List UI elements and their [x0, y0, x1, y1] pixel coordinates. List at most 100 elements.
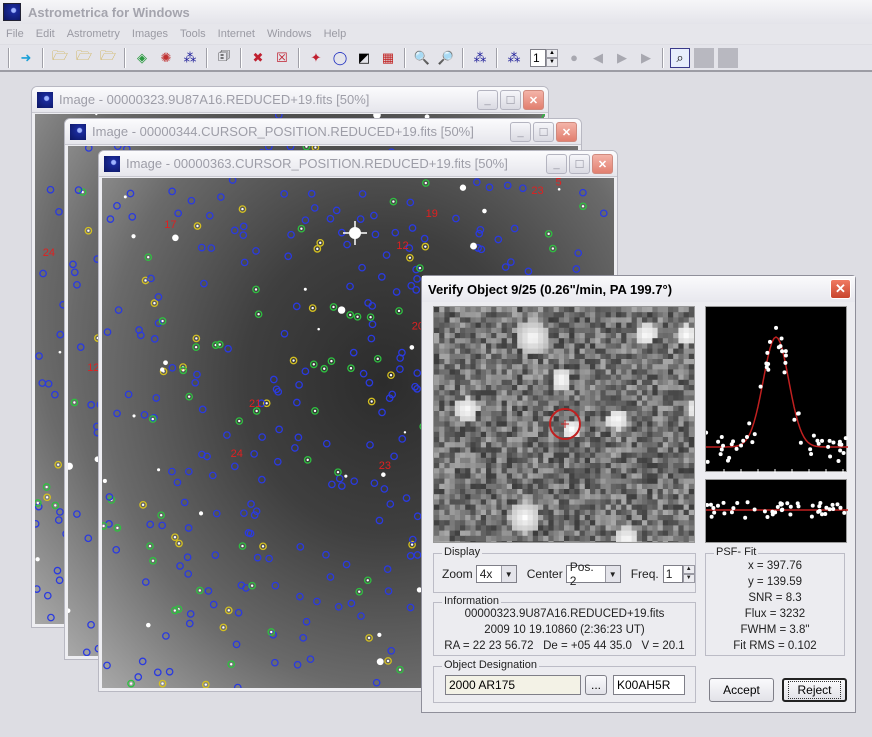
- center-select[interactable]: Pos. 2 ▼: [565, 560, 621, 588]
- chevron-down-icon[interactable]: ▼: [500, 566, 516, 582]
- close-image-button[interactable]: ☒: [272, 48, 292, 68]
- close-button[interactable]: ✕: [592, 154, 613, 174]
- freq-field[interactable]: 1: [662, 565, 683, 583]
- pixel: [642, 525, 648, 532]
- pixel: [626, 343, 633, 350]
- frame-spinner[interactable]: 1 ▲ ▼: [530, 48, 558, 67]
- data-reduction-button[interactable]: ➜: [16, 48, 36, 68]
- zoom-select[interactable]: 4x ▼: [475, 565, 517, 583]
- pixel: [642, 447, 648, 454]
- frame-number-field[interactable]: 1: [530, 48, 546, 67]
- pixel: [662, 520, 669, 526]
- record-button[interactable]: ●: [564, 48, 584, 68]
- play-button[interactable]: ▶: [612, 48, 632, 68]
- chevron-down-icon[interactable]: ▼: [604, 566, 620, 582]
- designation-field[interactable]: 2000 AR175: [445, 675, 581, 695]
- menu-edit[interactable]: Edit: [30, 28, 61, 40]
- settings-reduction-button[interactable]: ✺: [156, 48, 176, 68]
- freq-spinner-arrows[interactable]: ▲ ▼: [682, 565, 695, 583]
- object-zoom-image[interactable]: [433, 306, 695, 543]
- menu-help[interactable]: Help: [318, 28, 353, 40]
- accept-button[interactable]: Accept: [709, 678, 774, 702]
- pixel: [501, 520, 508, 526]
- pixel: [454, 405, 461, 412]
- pixel: [434, 379, 440, 386]
- frame-spinner-arrows[interactable]: ▲ ▼: [546, 48, 558, 67]
- pixel: [486, 483, 492, 490]
- pixel: [678, 442, 685, 448]
- menu-images[interactable]: Images: [126, 28, 174, 40]
- pixel: [449, 494, 456, 500]
- pixel: [454, 395, 461, 402]
- load-flat-button[interactable]: 🗁: [98, 48, 118, 68]
- star-marker: [200, 279, 208, 288]
- dialog-titlebar[interactable]: Verify Object 9/25 (0.26"/min, PA 199.7°…: [422, 276, 855, 302]
- load-dark-button[interactable]: 🗁: [74, 48, 94, 68]
- pixel: [517, 431, 523, 438]
- close-button[interactable]: ✕: [523, 90, 544, 110]
- close-button[interactable]: ✕: [556, 122, 577, 142]
- reject-button[interactable]: Reject: [782, 678, 847, 702]
- pixel: [439, 442, 445, 448]
- menu-tools[interactable]: Tools: [174, 28, 212, 40]
- psf-data-point: [764, 365, 769, 370]
- pixel: [486, 530, 492, 537]
- menu-file[interactable]: File: [0, 28, 30, 40]
- pixel: [683, 379, 690, 386]
- minimize-button[interactable]: _: [546, 154, 567, 174]
- pixel: [673, 317, 679, 324]
- spin-down-icon[interactable]: ▼: [682, 574, 695, 583]
- image-window-1-titlebar[interactable]: Image - 00000323.9U87A16.REDUCED+19.fits…: [32, 87, 548, 113]
- browse-designation-button[interactable]: ...: [585, 675, 607, 695]
- previous-button[interactable]: ◀: [588, 48, 608, 68]
- disabled-tool-button[interactable]: [718, 47, 738, 68]
- colorize-button[interactable]: ▦: [378, 48, 398, 68]
- maximize-button[interactable]: ☐: [500, 90, 521, 110]
- spin-up-icon[interactable]: ▲: [682, 565, 695, 574]
- pixel: [595, 322, 601, 329]
- minimize-button[interactable]: _: [510, 122, 531, 142]
- spin-up-icon[interactable]: ▲: [546, 48, 558, 58]
- track-and-stack-button[interactable]: ⁂: [504, 48, 524, 68]
- pixel: [631, 390, 638, 396]
- image-window-3-titlebar[interactable]: Image - 00000363.CURSOR_POSITION.REDUCED…: [99, 151, 617, 177]
- minimize-button[interactable]: _: [477, 90, 498, 110]
- moving-object-label: 21: [249, 398, 261, 410]
- pixel: [470, 457, 477, 464]
- pixel: [444, 333, 451, 339]
- load-images-button[interactable]: 🗁: [50, 48, 70, 68]
- star-core: [581, 205, 585, 208]
- zoom-in-button[interactable]: 🔍: [412, 48, 432, 68]
- moving-object-detection-button[interactable]: ⁂: [180, 48, 200, 68]
- star-catalog-button[interactable]: ⁂: [470, 48, 490, 68]
- magnifier-button[interactable]: ⌕: [670, 47, 690, 68]
- bright-star: [482, 208, 487, 214]
- menu-internet[interactable]: Internet: [212, 28, 261, 40]
- pixel: [600, 416, 607, 422]
- maximize-button[interactable]: ☐: [569, 154, 590, 174]
- menu-windows[interactable]: Windows: [261, 28, 318, 40]
- pixel: [610, 473, 617, 480]
- star-marker: [358, 263, 366, 272]
- object-circle-button[interactable]: ◯: [330, 48, 350, 68]
- maximize-button[interactable]: ☐: [533, 122, 554, 142]
- blink-button[interactable]: ✦: [306, 48, 326, 68]
- image-window-2-titlebar[interactable]: Image - 00000344.CURSOR_POSITION.REDUCED…: [65, 119, 581, 145]
- star-marker: [153, 668, 162, 677]
- menu-astrometry[interactable]: Astrometry: [61, 28, 126, 40]
- dialog-close-button[interactable]: ✕: [830, 279, 851, 299]
- zoom-out-button[interactable]: 🔎: [436, 48, 456, 68]
- invert-button[interactable]: ◩: [354, 48, 374, 68]
- pixel: [647, 494, 653, 500]
- delete-image-button[interactable]: ✖: [248, 48, 268, 68]
- disabled-tool-button[interactable]: [694, 47, 714, 68]
- pixel: [486, 499, 492, 506]
- pixel: [512, 364, 518, 370]
- next-button[interactable]: ▶: [636, 48, 656, 68]
- pixel: [657, 421, 664, 428]
- packed-designation-field[interactable]: K00AH5R: [613, 675, 685, 695]
- spin-down-icon[interactable]: ▼: [546, 57, 558, 67]
- start-reduction-button[interactable]: ◈: [132, 48, 152, 68]
- freq-spinner[interactable]: 1 ▲ ▼: [662, 565, 695, 583]
- report-button[interactable]: 🗊: [214, 48, 234, 68]
